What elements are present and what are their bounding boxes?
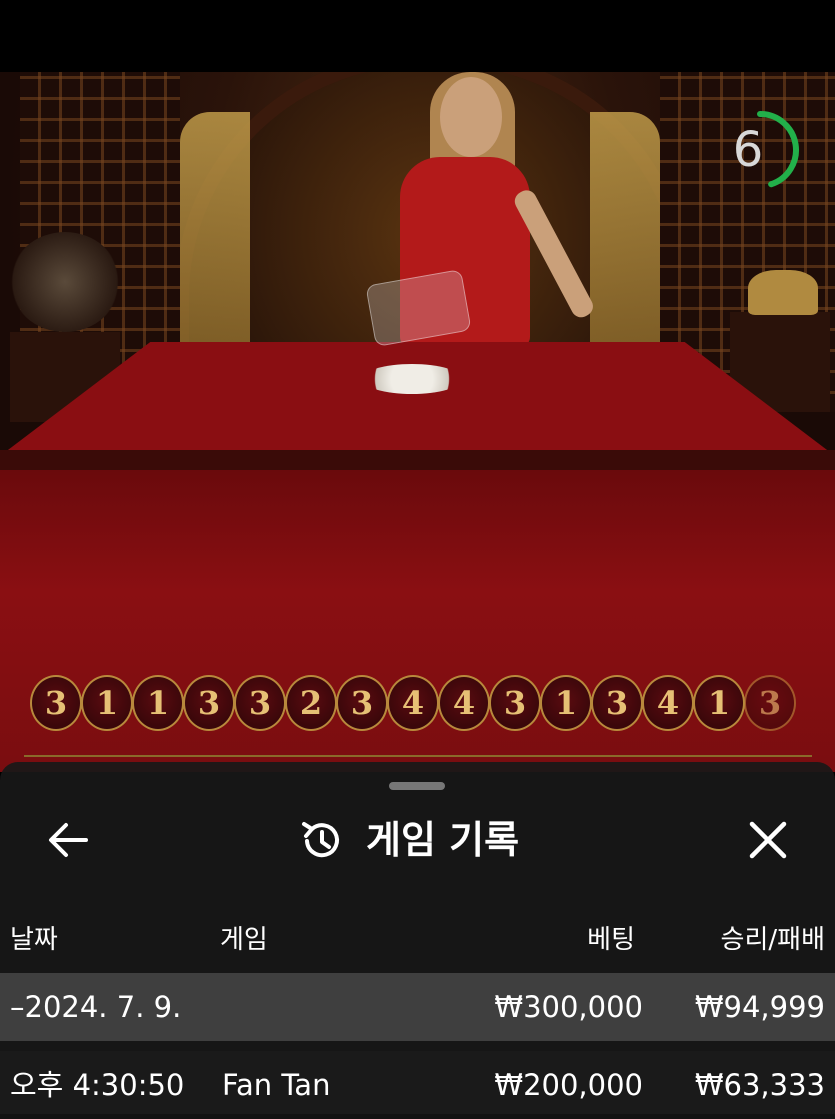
- bead-result: 1: [540, 675, 592, 731]
- history-table-header: 날짜 게임 베팅 승리/패배: [0, 914, 835, 966]
- bead-road: 311332344313413: [30, 675, 796, 731]
- dragon-statue: [748, 270, 818, 315]
- arrow-left-icon[interactable]: [46, 820, 90, 860]
- column-bet: 베팅: [587, 925, 635, 955]
- sheet-drag-handle[interactable]: [389, 782, 445, 790]
- row-game: Fan Tan: [222, 1068, 331, 1102]
- bead-result: 1: [693, 675, 745, 731]
- bead-result: 4: [438, 675, 490, 731]
- table-row[interactable]: 오후 4:30:50 Fan Tan ₩200,000 ₩63,333: [0, 1051, 835, 1119]
- bead-result: 3: [336, 675, 388, 731]
- row-bet: ₩200,000: [494, 1068, 643, 1102]
- top-black-bar: [0, 0, 835, 72]
- game-history-sheet: 게임 기록 날짜 게임 베팅 승리/패배 –2024. 7. 9. ₩300,0…: [0, 762, 835, 1119]
- table-row[interactable]: –2024. 7. 9. ₩300,000 ₩94,999: [0, 973, 835, 1041]
- table-rim: [0, 450, 835, 470]
- bead-result: 1: [81, 675, 133, 731]
- bead-pile: [362, 364, 462, 394]
- bonsai-decoration: [10, 232, 120, 332]
- bead-result: 3: [234, 675, 286, 731]
- row-bet: ₩300,000: [494, 990, 643, 1024]
- timer-seconds: 6: [732, 122, 764, 178]
- column-game: 게임: [220, 925, 268, 955]
- dealer-head: [440, 77, 502, 157]
- bead-result: 3: [744, 675, 796, 731]
- close-icon[interactable]: [747, 819, 789, 861]
- painted-screen-left: [180, 112, 250, 372]
- sheet-title: 게임 기록: [366, 818, 520, 862]
- bead-result: 4: [642, 675, 694, 731]
- bead-result: 3: [489, 675, 541, 731]
- row-win-loss: ₩94,999: [694, 990, 825, 1024]
- bead-result: 3: [183, 675, 235, 731]
- bead-result: 3: [591, 675, 643, 731]
- bead-result: 1: [132, 675, 184, 731]
- row-win-loss: ₩63,333: [694, 1068, 825, 1102]
- live-video-stream: [0, 72, 835, 772]
- bead-result: 4: [387, 675, 439, 731]
- column-date: 날짜: [10, 925, 58, 955]
- bead-result: 2: [285, 675, 337, 731]
- bead-result: 3: [30, 675, 82, 731]
- history-icon: [302, 822, 339, 858]
- row-date: 오후 4:30:50: [10, 1068, 185, 1102]
- column-win-loss: 승리/패배: [720, 925, 825, 955]
- row-date: –2024. 7. 9.: [10, 990, 182, 1024]
- painted-screen-right: [590, 112, 660, 372]
- countdown-timer: 6: [722, 105, 802, 195]
